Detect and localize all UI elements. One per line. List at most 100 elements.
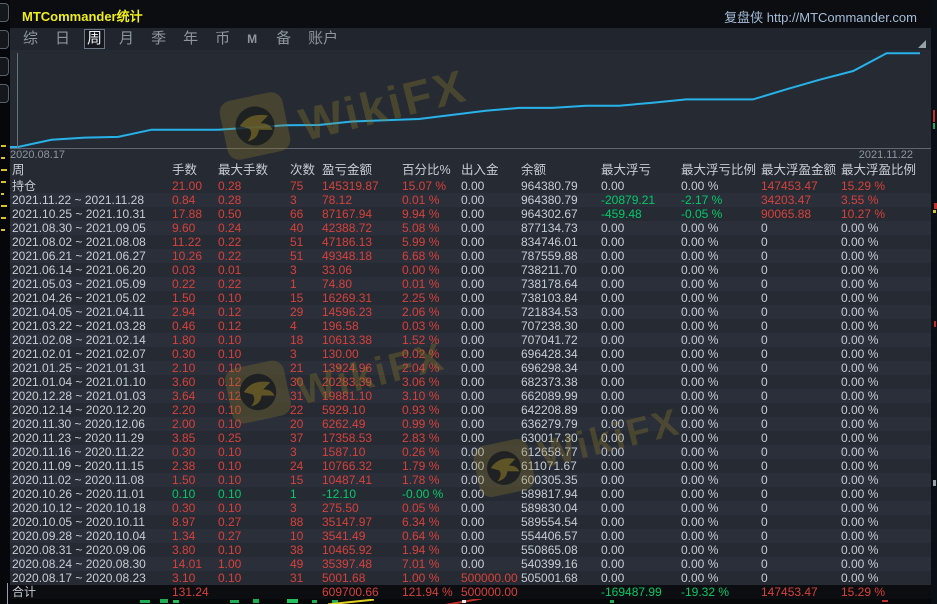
background-chart-fragment	[933, 123, 935, 129]
column-header-6[interactable]: 出入金	[461, 162, 521, 179]
row-28-cell-10: 0	[761, 571, 841, 585]
row-21-cell-4: 10487.41	[322, 473, 402, 487]
menu-item-nian[interactable]: 年	[180, 30, 201, 48]
menu-item-M[interactable]: M	[244, 30, 260, 48]
row-5-cell-8: 0.00	[601, 249, 681, 263]
row-11-cell-10: 0	[761, 333, 841, 347]
table-row[interactable]: 2020.12.14 ~ 2020.12.202.200.10225929.10…	[10, 403, 931, 417]
row-25-cell-1: 1.34	[172, 529, 218, 543]
row-5-cell-9: 0.00 %	[681, 249, 761, 263]
column-header-9[interactable]: 最大浮亏比例	[681, 162, 761, 179]
row-17-cell-6: 0.00	[461, 417, 521, 431]
table-row[interactable]: 2020.09.28 ~ 2020.10.041.340.27103541.49…	[10, 529, 931, 543]
row-13-cell-0: 2021.01.25 ~ 2021.01.31	[12, 361, 172, 375]
row-10-cell-5: 0.03 %	[402, 319, 461, 333]
row-6-cell-3: 3	[290, 263, 322, 277]
table-row[interactable]: 2021.04.26 ~ 2021.05.021.500.101516269.3…	[10, 291, 931, 305]
row-9-cell-10: 0	[761, 305, 841, 319]
row-2-cell-2: 0.50	[218, 207, 290, 221]
row-14-cell-3: 30	[290, 375, 322, 389]
menu-item-yue[interactable]: 月	[116, 30, 137, 48]
column-header-7[interactable]: 余额	[521, 162, 601, 179]
table-row[interactable]: 2021.02.08 ~ 2021.02.141.800.101810613.3…	[10, 333, 931, 347]
menu-item-zhanghu[interactable]: 账户	[305, 30, 341, 48]
table-row[interactable]: 2021.03.22 ~ 2021.03.280.460.124196.580.…	[10, 319, 931, 333]
table-row[interactable]: 2020.11.23 ~ 2020.11.293.850.253717358.5…	[10, 431, 931, 445]
row-7-cell-8: 0.00	[601, 277, 681, 291]
row-11-cell-3: 18	[290, 333, 322, 347]
table-row[interactable]: 2021.02.01 ~ 2021.02.070.300.103130.000.…	[10, 347, 931, 361]
row-12-cell-2: 0.10	[218, 347, 290, 361]
row-28-cell-5: 1.00 %	[402, 571, 461, 585]
row-10-cell-0: 2021.03.22 ~ 2021.03.28	[12, 319, 172, 333]
table-row[interactable]: 2020.11.02 ~ 2020.11.081.500.101510487.4…	[10, 473, 931, 487]
row-11-cell-8: 0.00	[601, 333, 681, 347]
table-row[interactable]: 2020.11.16 ~ 2020.11.220.300.1031587.100…	[10, 445, 931, 459]
menu-item-zong[interactable]: 综	[20, 30, 41, 48]
row-22-cell-2: 0.10	[218, 487, 290, 501]
table-row[interactable]: 2021.05.03 ~ 2021.05.090.220.22174.800.0…	[10, 277, 931, 291]
resize-grip-icon[interactable]	[918, 40, 926, 48]
row-24-cell-10: 0	[761, 515, 841, 529]
table-row[interactable]: 2021.01.25 ~ 2021.01.312.100.102113924.9…	[10, 361, 931, 375]
row-24-cell-11: 0.00 %	[841, 515, 931, 529]
table-row[interactable]: 2020.10.26 ~ 2020.11.010.100.101-12.10-0…	[10, 487, 931, 501]
table-row[interactable]: 2021.06.21 ~ 2021.06.2710.260.225149348.…	[10, 249, 931, 263]
row-23-cell-8: 0.00	[601, 501, 681, 515]
row-22-cell-10: 0	[761, 487, 841, 501]
column-header-8[interactable]: 最大浮亏	[601, 162, 681, 179]
row-14-cell-0: 2021.01.04 ~ 2021.01.10	[12, 375, 172, 389]
row-17-cell-3: 20	[290, 417, 322, 431]
table-row[interactable]: 2020.08.17 ~ 2020.08.233.100.10315001.68…	[10, 571, 931, 585]
row-16-cell-6: 0.00	[461, 403, 521, 417]
table-row[interactable]: 2021.04.05 ~ 2021.04.112.940.122914596.2…	[10, 305, 931, 319]
table-row[interactable]: 2020.08.31 ~ 2020.09.063.800.103810465.9…	[10, 543, 931, 557]
table-row[interactable]: 2021.06.14 ~ 2021.06.200.030.01333.060.0…	[10, 263, 931, 277]
row-13-cell-7: 696298.34	[521, 361, 601, 375]
row-2-cell-6: 0.00	[461, 207, 521, 221]
row-5-cell-3: 51	[290, 249, 322, 263]
column-header-3[interactable]: 次数	[290, 162, 322, 179]
table-row[interactable]: 2020.10.12 ~ 2020.10.180.300.103275.500.…	[10, 501, 931, 515]
row-15-cell-1: 3.64	[172, 389, 218, 403]
column-header-4[interactable]: 盈亏金额	[322, 162, 402, 179]
background-chart-fragment	[1, 145, 6, 147]
table-row[interactable]: 2021.11.22 ~ 2021.11.280.840.28378.120.0…	[10, 193, 931, 207]
row-11-cell-2: 0.10	[218, 333, 290, 347]
background-app-bottom-edge	[10, 599, 931, 604]
row-26-cell-2: 0.10	[218, 543, 290, 557]
row-22-cell-1: 0.10	[172, 487, 218, 501]
table-row[interactable]: 2020.11.09 ~ 2020.11.152.380.102410766.3…	[10, 459, 931, 473]
column-header-1[interactable]: 手数	[172, 162, 218, 179]
brand-link[interactable]: 复盘侠 http://MTCommander.com	[724, 7, 917, 26]
table-row[interactable]: 持仓21.000.2875145319.8715.07 %0.00964380.…	[10, 179, 931, 193]
row-9-cell-1: 2.94	[172, 305, 218, 319]
row-0-cell-4: 145319.87	[322, 179, 402, 193]
row-13-cell-2: 0.10	[218, 361, 290, 375]
menu-item-bei[interactable]: 备	[273, 30, 294, 48]
row-13-cell-8: 0.00	[601, 361, 681, 375]
menu-item-zhou[interactable]: 周	[84, 29, 105, 49]
column-header-10[interactable]: 最大浮盈金额	[761, 162, 841, 179]
table-row[interactable]: 2021.01.04 ~ 2021.01.103.600.123020283.3…	[10, 375, 931, 389]
row-2-cell-5: 9.94 %	[402, 207, 461, 221]
table-row[interactable]: 2021.08.30 ~ 2021.09.059.600.244042388.7…	[10, 221, 931, 235]
table-row[interactable]: 2021.08.02 ~ 2021.08.0811.220.225147186.…	[10, 235, 931, 249]
column-header-11[interactable]: 最大浮盈比例	[841, 162, 931, 179]
menu-item-bi[interactable]: 币	[212, 30, 233, 48]
menu-item-ji[interactable]: 季	[148, 30, 169, 48]
table-row[interactable]: 2020.12.28 ~ 2021.01.033.640.123119881.1…	[10, 389, 931, 403]
row-10-cell-1: 0.46	[172, 319, 218, 333]
row-5-cell-2: 0.22	[218, 249, 290, 263]
menu-item-ri[interactable]: 日	[52, 30, 73, 48]
column-header-2[interactable]: 最大手数	[218, 162, 290, 179]
column-header-0[interactable]: 周	[12, 162, 172, 179]
row-27-cell-1: 14.01	[172, 557, 218, 571]
table-row[interactable]: 2020.11.30 ~ 2020.12.062.000.10206262.49…	[10, 417, 931, 431]
column-header-5[interactable]: 百分比%	[402, 162, 461, 179]
chart-end-date: 2021.11.22	[859, 149, 913, 161]
table-row[interactable]: 2020.10.05 ~ 2020.10.118.970.278835147.9…	[10, 515, 931, 529]
background-toolbar-button	[0, 84, 9, 103]
table-row[interactable]: 2020.08.24 ~ 2020.08.3014.011.004935397.…	[10, 557, 931, 571]
table-row[interactable]: 2021.10.25 ~ 2021.10.3117.880.506687167.…	[10, 207, 931, 221]
